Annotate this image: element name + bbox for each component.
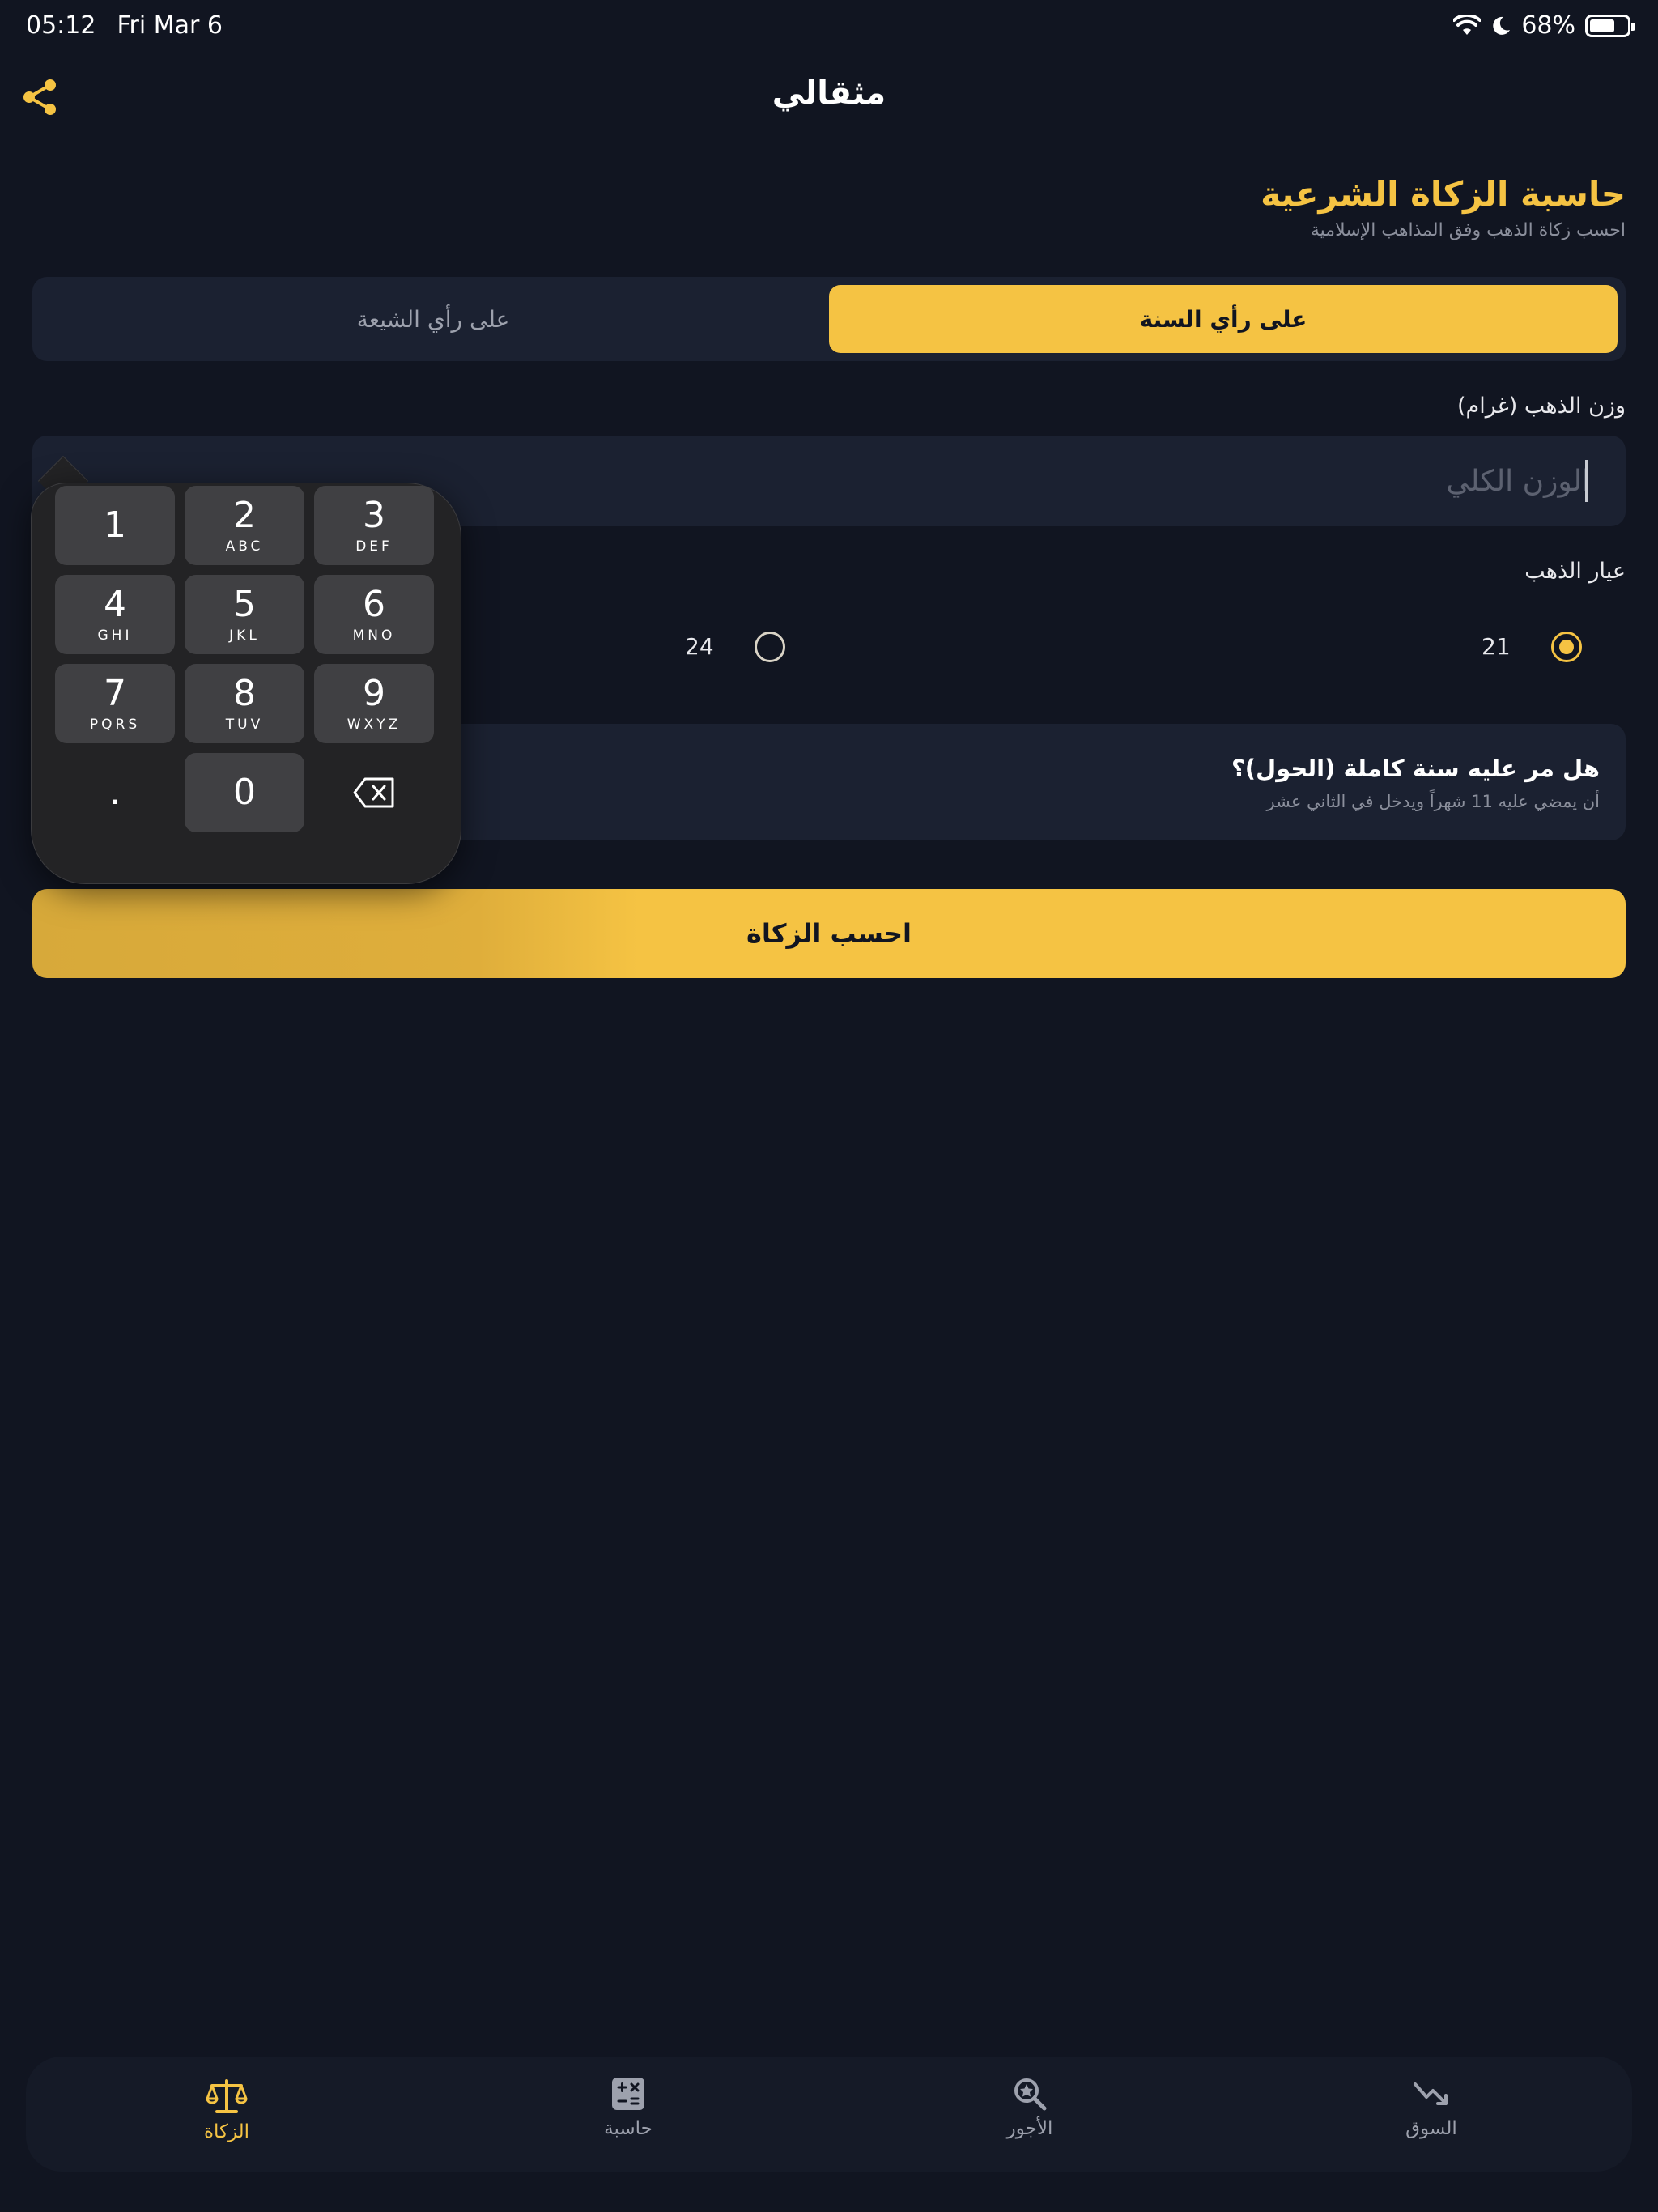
hawl-question: هل مر عليه سنة كاملة (الحول)؟ xyxy=(1231,755,1600,782)
karat-21-label: 21 xyxy=(1482,633,1511,660)
segment-shia[interactable]: على رأي الشيعة xyxy=(40,285,826,353)
status-time: 05:12 xyxy=(26,11,96,40)
moon-icon xyxy=(1493,16,1511,35)
tab-zakat[interactable]: الزكاة xyxy=(146,2076,308,2142)
status-bar-right: 68% xyxy=(1453,11,1635,40)
karat-label: عيار الذهب xyxy=(1524,559,1626,584)
app-screen: 05:12 Fri Mar 6 68% مثقالي حاسبة الزكاة … xyxy=(0,0,1658,2212)
text-caret xyxy=(1585,460,1588,502)
key-2[interactable]: 2 ABC xyxy=(185,486,304,565)
karat-21-radio[interactable] xyxy=(1551,632,1582,662)
key-1[interactable]: 1 xyxy=(55,486,175,565)
status-date: Fri Mar 6 xyxy=(117,11,223,40)
tab-calculator-label: حاسبة xyxy=(604,2118,653,2139)
battery-level xyxy=(1590,19,1614,32)
wifi-icon xyxy=(1453,15,1482,35)
tab-wages-label: الأجور xyxy=(1006,2118,1053,2139)
search-wage-icon xyxy=(1014,2078,1047,2111)
battery-percent: 68% xyxy=(1521,11,1575,40)
key-5[interactable]: 5 JKL xyxy=(185,575,304,654)
tab-market-label: السوق xyxy=(1405,2118,1457,2139)
key-8[interactable]: 8 TUV xyxy=(185,664,304,743)
tab-wages[interactable]: الأجور xyxy=(949,2076,1111,2139)
key-0[interactable]: 0 xyxy=(185,753,304,832)
key-decimal[interactable]: . xyxy=(55,753,175,832)
scale-icon xyxy=(206,2079,248,2113)
tab-market[interactable]: السوق xyxy=(1350,2076,1512,2139)
key-9[interactable]: 9 WXYZ xyxy=(314,664,434,743)
calculate-zakat-button[interactable]: احسب الزكاة xyxy=(32,889,1626,978)
tab-zakat-label: الزكاة xyxy=(203,2121,250,2142)
page-title: مثقالي xyxy=(772,74,886,112)
key-7[interactable]: 7 PQRS xyxy=(55,664,175,743)
tab-calculator[interactable]: حاسبة xyxy=(547,2076,709,2139)
status-bar-left: 05:12 Fri Mar 6 xyxy=(26,11,223,40)
backspace-icon xyxy=(353,777,394,808)
segment-sunni[interactable]: على رأي السنة xyxy=(829,285,1618,353)
key-6[interactable]: 6 MNO xyxy=(314,575,434,654)
hawl-note: أن يمضي عليه 11 شهراً ويدخل في الثاني عش… xyxy=(1266,792,1600,811)
key-delete[interactable] xyxy=(314,753,434,832)
key-4[interactable]: 4 GHI xyxy=(55,575,175,654)
karat-24-label: 24 xyxy=(685,633,714,660)
trend-down-icon xyxy=(1414,2082,1448,2105)
calculator-subtitle: احسب زكاة الذهب وفق المذاهب الإسلامية xyxy=(1310,220,1626,240)
weight-label: وزن الذهب (غرام) xyxy=(1456,393,1626,419)
karat-24-radio[interactable] xyxy=(755,632,785,662)
calculator-title: حاسبة الزكاة الشرعية xyxy=(1261,174,1626,214)
key-3[interactable]: 3 DEF xyxy=(314,486,434,565)
calculator-icon xyxy=(612,2078,644,2110)
battery-icon xyxy=(1585,14,1635,37)
